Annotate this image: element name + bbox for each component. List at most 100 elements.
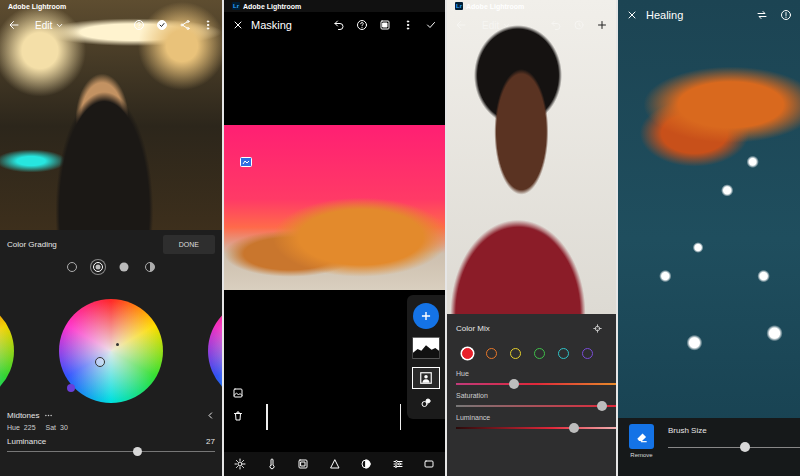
remove-button[interactable] — [629, 424, 654, 449]
more-vertical-icon[interactable] — [202, 19, 214, 31]
highlights-wheel[interactable] — [208, 299, 222, 403]
luminance-slider[interactable] — [7, 451, 215, 452]
canvas-lower — [224, 290, 445, 452]
color-mix-panel: Color Mix Hue Saturation Luminance — [447, 314, 616, 476]
healing-tools: Remove Brush Size — [618, 418, 800, 476]
toolbar: Healing — [618, 0, 800, 28]
status-bar: Lr Adobe Lightroom — [224, 0, 445, 12]
light-icon[interactable] — [234, 458, 246, 470]
undo-icon[interactable] — [550, 19, 562, 31]
toolbar: Edit — [447, 12, 616, 38]
presets-icon[interactable] — [423, 458, 435, 470]
slider-label: Hue — [456, 370, 616, 377]
chevron-left-icon[interactable] — [206, 411, 215, 420]
grading-mode-button[interactable] — [117, 260, 131, 274]
help-icon[interactable] — [133, 19, 145, 31]
plus-icon — [419, 309, 433, 323]
shadows-wheel[interactable] — [0, 299, 14, 403]
share-icon[interactable] — [179, 19, 191, 31]
color-swatch[interactable] — [558, 348, 569, 359]
color-swatch[interactable] — [486, 348, 497, 359]
slider-thumb[interactable] — [740, 442, 750, 452]
slider-label: Luminance — [456, 414, 616, 421]
optics-icon[interactable] — [360, 458, 372, 470]
status-bar: Adobe Lightroom — [0, 0, 222, 12]
slider-thumb[interactable] — [597, 401, 607, 411]
check-circle-icon[interactable] — [156, 19, 168, 31]
more-horizontal-icon[interactable] — [44, 411, 53, 420]
close-icon[interactable] — [232, 19, 244, 31]
geometry-icon[interactable] — [392, 458, 404, 470]
sat-value: 30 — [60, 424, 68, 431]
luminance-knob[interactable] — [67, 384, 75, 392]
brush-size-control: Brush Size — [668, 424, 800, 448]
eraser-icon — [635, 430, 649, 444]
edit-dropdown[interactable]: Edit — [35, 20, 64, 31]
guide-line — [266, 404, 268, 430]
more-vertical-icon[interactable] — [402, 19, 414, 31]
mask-overlay-icon[interactable] — [232, 387, 244, 399]
back-arrow-icon[interactable] — [8, 19, 20, 31]
effects-icon[interactable] — [297, 458, 309, 470]
toolbar: Edit — [0, 12, 222, 38]
lr-logo: Lr — [455, 2, 463, 10]
check-icon[interactable] — [425, 19, 437, 31]
hue-sat-readout: Hue 225 Sat 30 — [0, 420, 222, 431]
color-icon[interactable] — [266, 458, 278, 470]
wheel-picker[interactable] — [95, 357, 105, 367]
midtones-wheel[interactable] — [59, 299, 163, 403]
edit-title: Edit — [35, 20, 52, 31]
add-mask-button[interactable] — [413, 303, 439, 329]
undo-icon[interactable] — [333, 19, 345, 31]
target-adjust-icon[interactable] — [593, 324, 602, 333]
masks-panel — [407, 295, 445, 419]
grading-mode-button[interactable] — [91, 260, 105, 274]
color-swatches — [456, 336, 616, 367]
slider-thumb[interactable] — [133, 447, 142, 456]
color-grading-screen: Adobe Lightroom Edit Color Grading DONE … — [0, 0, 222, 476]
color-swatch[interactable] — [510, 348, 521, 359]
brush-size-label: Brush Size — [668, 426, 800, 435]
color-swatch[interactable] — [582, 348, 593, 359]
overlay-icon[interactable] — [379, 19, 391, 31]
slider-track[interactable] — [456, 405, 616, 407]
masking-screen: Lr Adobe Lightroom Masking — [224, 0, 445, 476]
info-icon[interactable] — [780, 9, 792, 21]
mask-thumbnail[interactable] — [412, 337, 440, 359]
slider-track[interactable] — [456, 383, 616, 385]
back-arrow-icon[interactable] — [455, 19, 467, 31]
luminance-row: Luminance 27 — [0, 431, 222, 446]
mask-settings-icon[interactable] — [420, 397, 432, 409]
add-icon[interactable] — [596, 19, 608, 31]
color-wheels — [0, 299, 222, 403]
detail-icon[interactable] — [329, 458, 341, 470]
mix-slider-row: Hue — [456, 367, 616, 389]
close-icon[interactable] — [626, 9, 638, 21]
trash-icon[interactable] — [232, 410, 244, 422]
mask-thumbnail[interactable] — [412, 367, 440, 389]
history-icon[interactable] — [573, 19, 585, 31]
slider-thumb[interactable] — [509, 379, 519, 389]
midtones-icon — [92, 261, 104, 273]
remove-tool: Remove — [629, 424, 654, 458]
slider-thumb[interactable] — [569, 423, 579, 433]
color-swatch[interactable] — [462, 348, 473, 359]
global-icon — [144, 261, 156, 273]
help-icon[interactable] — [356, 19, 368, 31]
slider-label: Saturation — [456, 392, 616, 399]
tool-label: Remove — [630, 452, 652, 458]
section-title: Color Grading — [7, 240, 57, 249]
app-name: Adobe Lightroom — [243, 3, 301, 10]
brush-size-slider[interactable] — [668, 447, 800, 448]
grading-mode-button[interactable] — [143, 260, 157, 274]
swap-icon[interactable] — [756, 9, 768, 21]
slider-track[interactable] — [456, 427, 616, 429]
sat-label: Sat — [46, 424, 57, 431]
done-button[interactable]: DONE — [163, 235, 215, 254]
mask-pin-icon[interactable] — [240, 157, 252, 167]
edit-dropdown[interactable]: Edit — [482, 20, 511, 31]
color-swatch[interactable] — [534, 348, 545, 359]
photo: Lr Adobe Lightroom Edit — [447, 0, 616, 314]
lr-logo: Lr — [232, 2, 240, 10]
grading-mode-button[interactable] — [65, 260, 79, 274]
